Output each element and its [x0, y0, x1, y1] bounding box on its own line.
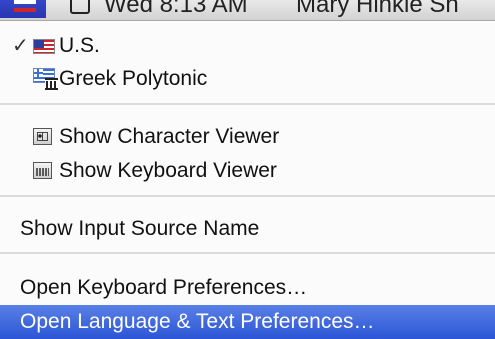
- menubar-clock[interactable]: Wed 8:13 AM: [104, 0, 248, 19]
- menu-item-label: Open Language & Text Preferences…: [20, 310, 375, 333]
- menu-item-label: Show Character Viewer: [59, 125, 280, 148]
- input-menu-flag-icon[interactable]: [0, 0, 46, 18]
- menu-item-label: Show Input Source Name: [20, 217, 260, 240]
- keyboard-viewer-icon: [33, 162, 52, 179]
- menu-item-us[interactable]: ✓ U.S.: [0, 29, 495, 63]
- menu-item-greek-polytonic[interactable]: Greek Polytonic: [0, 62, 495, 96]
- menu-item-open-keyboard-preferences[interactable]: Open Keyboard Preferences…: [0, 271, 495, 305]
- input-menu: ✓ U.S. Greek Polytonic Show Character Vi…: [0, 21, 495, 339]
- us-flag-icon: [33, 39, 55, 54]
- menu-item-label: U.S.: [59, 34, 100, 57]
- menu-item-label: Open Keyboard Preferences…: [20, 276, 308, 299]
- menu-separator: [0, 195, 495, 197]
- menubar: Wed 8:13 AM Mary Hinkle Sh: [0, 0, 495, 21]
- menu-item-open-language-text-preferences[interactable]: Open Language & Text Preferences…: [0, 305, 495, 339]
- polytonic-temple-icon: [45, 78, 58, 90]
- screen: Wed 8:13 AM Mary Hinkle Sh ✓ U.S. Greek …: [0, 0, 495, 339]
- menu-separator: [0, 103, 495, 105]
- character-viewer-icon: [33, 128, 52, 145]
- menu-item-show-input-source-name[interactable]: Show Input Source Name: [0, 212, 495, 246]
- menu-item-show-keyboard-viewer[interactable]: Show Keyboard Viewer: [0, 154, 495, 188]
- menu-item-label: Show Keyboard Viewer: [59, 159, 277, 182]
- menubar-user-name[interactable]: Mary Hinkle Sh: [296, 0, 459, 19]
- menu-item-label: Greek Polytonic: [59, 67, 208, 90]
- display-icon[interactable]: [70, 0, 90, 14]
- menu-separator: [0, 252, 495, 254]
- checkmark-icon: ✓: [12, 35, 29, 57]
- menu-item-show-character-viewer[interactable]: Show Character Viewer: [0, 120, 495, 154]
